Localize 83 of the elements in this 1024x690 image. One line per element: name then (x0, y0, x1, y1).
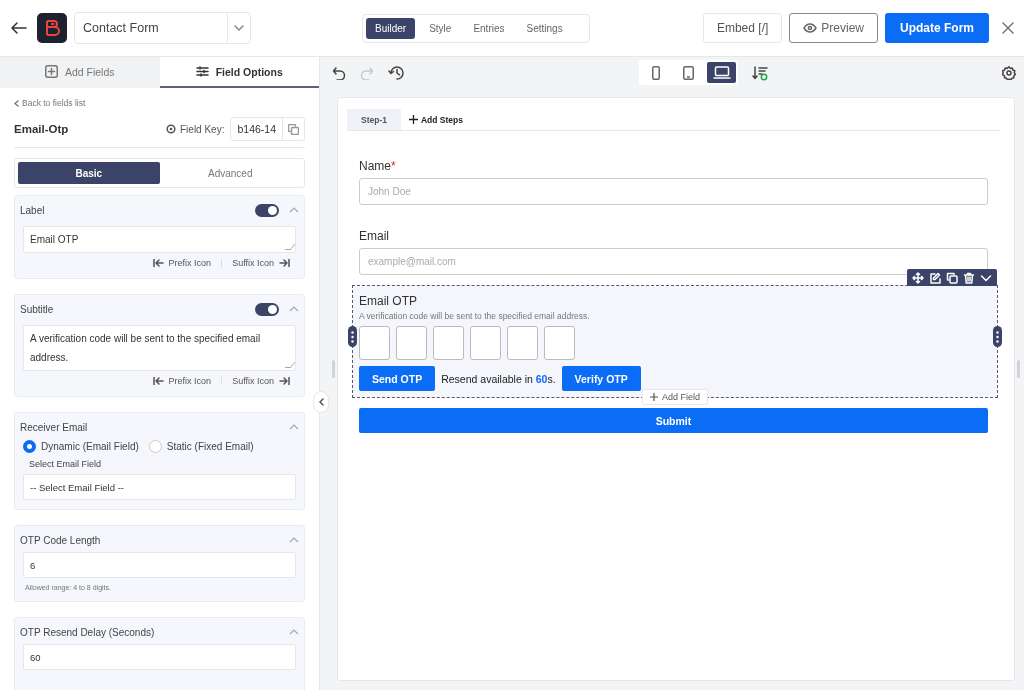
settings-icon[interactable] (1002, 65, 1016, 80)
send-otp-button[interactable]: Send OTP (359, 366, 436, 391)
text-area[interactable]: Email OTP (23, 226, 296, 253)
suffix-icon-button[interactable]: Suffix Icon (232, 258, 290, 268)
embed-button[interactable]: Embed [/] (702, 13, 783, 43)
input-field[interactable]: 6 (23, 552, 296, 578)
logo-icon (37, 13, 67, 43)
chevron-left-icon (14, 99, 19, 107)
field-label: Name* (359, 159, 397, 173)
target-icon (166, 124, 176, 134)
preview-button[interactable]: Preview (789, 13, 878, 43)
header-tab[interactable]: Style (421, 17, 460, 39)
vertical-dots-icon (351, 330, 354, 343)
add-steps-button[interactable]: Add Steps (409, 114, 463, 125)
suffix-icon-button[interactable]: Suffix Icon (232, 376, 290, 386)
radio-button[interactable] (148, 440, 162, 453)
header-tab[interactable]: Settings (518, 17, 571, 39)
toggle-switch[interactable] (255, 203, 279, 217)
radio-option[interactable]: Static (Fixed Email) (148, 440, 254, 453)
field-key-label: Field Key: (180, 123, 225, 135)
field-subtitle: A verification code will be sent to the specified email address. (359, 311, 591, 321)
field-title: Email-Otp (14, 123, 69, 135)
arrow-right-bar-icon (279, 377, 290, 385)
field-label: Email (359, 229, 390, 243)
resize-handle[interactable] (332, 360, 335, 378)
section-title: OTP Code Length (20, 534, 102, 546)
toggle-switch[interactable] (255, 302, 279, 316)
verify-otp-button[interactable]: Verify OTP (561, 366, 641, 391)
field-label: Select Email Field (29, 459, 103, 469)
back-arrow-icon[interactable] (10, 21, 28, 35)
drag-handle[interactable] (993, 326, 1002, 347)
collapse-panel-button[interactable] (313, 391, 329, 413)
text-area[interactable]: A verification code will be sent to the specified email address. (23, 325, 296, 371)
desktop-view-button[interactable] (707, 62, 736, 83)
plus-square-icon (44, 65, 58, 78)
header-tab[interactable]: Entries (465, 17, 513, 39)
prefix-icon-button[interactable]: Prefix Icon (152, 258, 212, 268)
chevron-down-icon (234, 25, 244, 31)
eye-icon (803, 23, 818, 33)
undo-icon[interactable] (332, 65, 346, 80)
mode-tab[interactable]: Basic (18, 162, 160, 184)
section-title: OTP Resend Delay (Seconds) (20, 626, 156, 638)
field-label: Email OTP (359, 294, 418, 308)
radio-button[interactable] (23, 440, 36, 453)
section-title: Label (20, 204, 46, 216)
input-field[interactable]: 60 (23, 644, 296, 670)
submit-button[interactable]: Submit (359, 408, 988, 433)
laptop-icon (712, 66, 731, 79)
plus-icon (650, 393, 658, 401)
arrow-left-bar-icon (152, 259, 164, 267)
panel-tab[interactable]: Add Fields (0, 57, 160, 88)
arrow-left-bar-icon (152, 377, 164, 385)
close-icon[interactable] (1002, 22, 1014, 34)
copy-icon[interactable] (946, 271, 958, 284)
back-link-text: Back to fields list (22, 98, 86, 108)
history-icon[interactable] (388, 64, 405, 81)
field-key-value: b146-14 (236, 123, 277, 135)
select-field[interactable]: -- Select Email Field -- (23, 474, 296, 500)
arrow-right-bar-icon (279, 259, 290, 267)
mode-tab[interactable]: Advanced (159, 162, 301, 184)
trash-icon[interactable] (963, 271, 975, 284)
edit-icon[interactable] (929, 271, 941, 284)
update-form-button[interactable]: Update Form (885, 13, 989, 43)
phone-icon (651, 65, 660, 80)
vertical-dots-icon (996, 330, 999, 343)
prefix-icon-button[interactable]: Prefix Icon (152, 376, 212, 386)
plus-icon (409, 115, 418, 124)
radio-option[interactable]: Dynamic (Email Field) (23, 440, 139, 453)
step-tab[interactable]: Step-1 (347, 109, 401, 130)
section-title: Receiver Email (20, 421, 89, 433)
header-tab[interactable]: Builder (366, 17, 416, 39)
drag-handle[interactable] (348, 326, 357, 347)
chevron-left-icon (318, 398, 324, 406)
resend-text: Resend available in 60s. (441, 372, 556, 385)
tablet-icon (683, 65, 694, 80)
form-select[interactable]: Contact Form (74, 12, 251, 44)
move-icon[interactable] (912, 271, 924, 284)
resize-handle[interactable] (1017, 360, 1020, 378)
back-link[interactable]: Back to fields list (14, 98, 305, 108)
sort-refresh-icon[interactable] (752, 64, 768, 81)
sliders-icon (195, 66, 209, 77)
section-title: Subtitle (20, 303, 55, 315)
add-field-button[interactable]: Add Field (642, 389, 708, 405)
